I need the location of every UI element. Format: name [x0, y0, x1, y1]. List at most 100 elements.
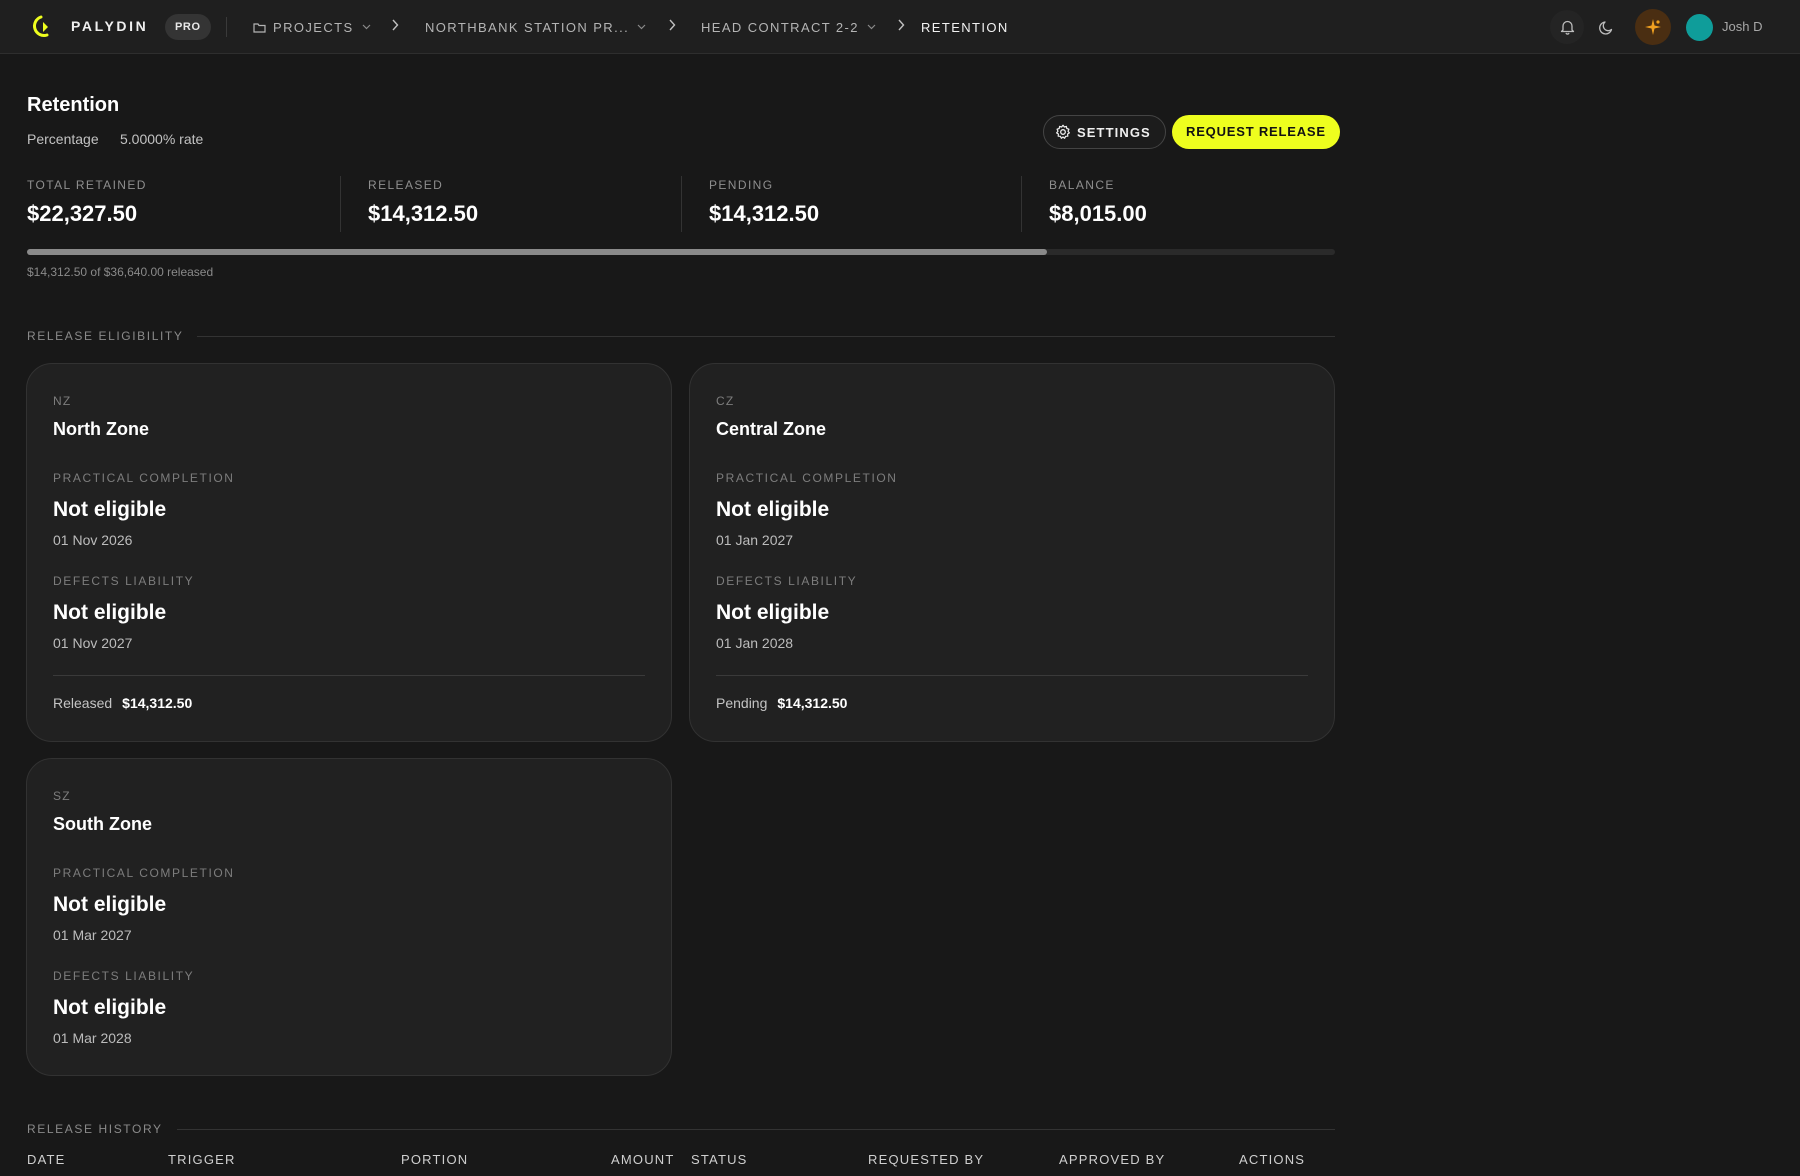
stat-value: $8,015.00: [1049, 201, 1147, 226]
practical-completion-status: Not eligible: [53, 893, 167, 916]
column-header-date[interactable]: DATE: [27, 1152, 66, 1167]
settings-label: SETTINGS: [1077, 124, 1151, 140]
gear-icon: [1056, 124, 1070, 139]
zone-footer: Pending $14,312.50: [716, 695, 847, 711]
breadcrumb-label: NORTHBANK STATION PR...: [425, 19, 630, 35]
chevron-right-icon: [668, 19, 676, 31]
user-name[interactable]: Josh D: [1722, 19, 1762, 34]
plan-badge: PRO: [165, 14, 211, 40]
stat-label: PENDING: [709, 178, 774, 192]
divider: [226, 17, 227, 37]
retention-method: Percentage: [27, 131, 99, 147]
column-header-status[interactable]: STATUS: [691, 1152, 748, 1167]
stat-label: TOTAL RETAINED: [27, 178, 147, 192]
defects-liability-date: 01 Jan 2028: [716, 635, 794, 651]
chevron-down-icon: [867, 24, 876, 30]
stat-total-retained: TOTAL RETAINED $22,327.50: [27, 178, 147, 227]
defects-liability-date: 01 Nov 2027: [53, 635, 133, 651]
defects-liability-label: DEFECTS LIABILITY: [53, 969, 195, 983]
divider: [716, 675, 1308, 676]
chevron-down-icon: [362, 24, 371, 30]
divider: [1021, 176, 1022, 232]
zone-name: Central Zone: [716, 419, 827, 439]
defects-liability-label: DEFECTS LIABILITY: [716, 574, 858, 588]
divider: [176, 1128, 1335, 1130]
zone-footer: Released $14,312.50: [53, 695, 192, 711]
palydin-logo-icon[interactable]: [32, 14, 54, 40]
defects-liability-status: Not eligible: [53, 996, 167, 1019]
section-title: RELEASE ELIGIBILITY: [27, 329, 184, 343]
theme-toggle-button[interactable]: [1589, 10, 1623, 44]
column-header-actions: ACTIONS: [1239, 1152, 1306, 1167]
breadcrumb-project[interactable]: NORTHBANK STATION PR...: [425, 17, 646, 37]
sparkle-icon: [1645, 19, 1661, 35]
retention-rate: 5.0000% rate: [120, 131, 204, 147]
section-title: RELEASE HISTORY: [27, 1122, 163, 1136]
settings-button[interactable]: SETTINGS: [1043, 115, 1166, 149]
zone-footer-label: Released: [53, 695, 113, 711]
zone-name: North Zone: [53, 419, 149, 439]
stat-pending: PENDING $14,312.50: [709, 178, 819, 227]
stat-value: $22,327.50: [27, 201, 138, 226]
column-header-approved-by[interactable]: APPROVED BY: [1059, 1152, 1165, 1167]
top-navigation-bar: PALYDIN PRO PROJECTS NORTHBANK STATION P…: [0, 0, 1800, 54]
zone-card-central: CZ Central Zone PRACTICAL COMPLETION Not…: [689, 363, 1335, 742]
column-header-portion[interactable]: PORTION: [401, 1152, 468, 1167]
breadcrumb-projects[interactable]: PROJECTS: [253, 17, 371, 37]
stat-released: RELEASED $14,312.50: [368, 178, 478, 227]
breadcrumb-current: RETENTION: [921, 17, 1009, 37]
zone-code: NZ: [53, 394, 72, 408]
divider: [340, 176, 341, 232]
column-header-amount[interactable]: AMOUNT: [611, 1152, 675, 1167]
section-header-release-eligibility: RELEASE ELIGIBILITY: [27, 328, 1335, 344]
request-release-button[interactable]: REQUEST RELEASE: [1172, 115, 1340, 149]
practical-completion-date: 01 Mar 2027: [53, 927, 132, 943]
breadcrumb-label: RETENTION: [921, 19, 1009, 35]
assistant-button[interactable]: [1635, 9, 1671, 45]
defects-liability-status: Not eligible: [53, 601, 167, 624]
brand-name[interactable]: PALYDIN: [71, 18, 148, 34]
defects-liability-date: 01 Mar 2028: [53, 1030, 132, 1046]
moon-icon: [1598, 20, 1612, 35]
folder-icon: [253, 22, 266, 33]
practical-completion-label: PRACTICAL COMPLETION: [53, 866, 235, 880]
practical-completion-status: Not eligible: [53, 498, 167, 521]
practical-completion-date: 01 Jan 2027: [716, 532, 794, 548]
zone-name: South Zone: [53, 814, 152, 834]
stat-label: RELEASED: [368, 178, 444, 192]
zone-card-south: SZ South Zone PRACTICAL COMPLETION Not e…: [26, 758, 672, 1076]
breadcrumb-label: HEAD CONTRACT 2-2: [701, 19, 859, 35]
practical-completion-label: PRACTICAL COMPLETION: [53, 471, 235, 485]
zone-code: SZ: [53, 789, 71, 803]
release-progress-fill: [27, 249, 1048, 255]
avatar[interactable]: [1686, 14, 1713, 41]
release-progress-bar: [27, 249, 1335, 255]
stat-balance: BALANCE $8,015.00: [1049, 178, 1147, 227]
stat-value: $14,312.50: [368, 201, 479, 226]
zone-footer-label: Pending: [716, 695, 768, 711]
divider: [197, 335, 1335, 337]
practical-completion-status: Not eligible: [716, 498, 830, 521]
zone-card-north: NZ North Zone PRACTICAL COMPLETION Not e…: [26, 363, 672, 742]
column-header-trigger[interactable]: TRIGGER: [168, 1152, 236, 1167]
breadcrumb-contract[interactable]: HEAD CONTRACT 2-2: [701, 17, 876, 37]
practical-completion-date: 01 Nov 2026: [53, 532, 133, 548]
zone-code: CZ: [716, 394, 735, 408]
notifications-button[interactable]: [1550, 10, 1584, 44]
defects-liability-status: Not eligible: [716, 601, 830, 624]
chevron-right-icon: [391, 19, 399, 31]
breadcrumb-label: PROJECTS: [273, 19, 354, 35]
zone-footer-amount: $14,312.50: [122, 695, 193, 711]
zone-footer-amount: $14,312.50: [777, 695, 848, 711]
divider: [681, 176, 682, 232]
bell-icon: [1560, 20, 1574, 35]
column-header-requested-by[interactable]: REQUESTED BY: [868, 1152, 984, 1167]
stat-label: BALANCE: [1049, 178, 1115, 192]
chevron-right-icon: [897, 19, 905, 31]
stat-value: $14,312.50: [709, 201, 820, 226]
progress-caption: $14,312.50 of $36,640.00 released: [27, 265, 214, 279]
page-title: Retention: [27, 94, 120, 116]
chevron-down-icon: [637, 24, 646, 30]
divider: [53, 675, 645, 676]
section-header-release-history: RELEASE HISTORY: [27, 1121, 1335, 1137]
